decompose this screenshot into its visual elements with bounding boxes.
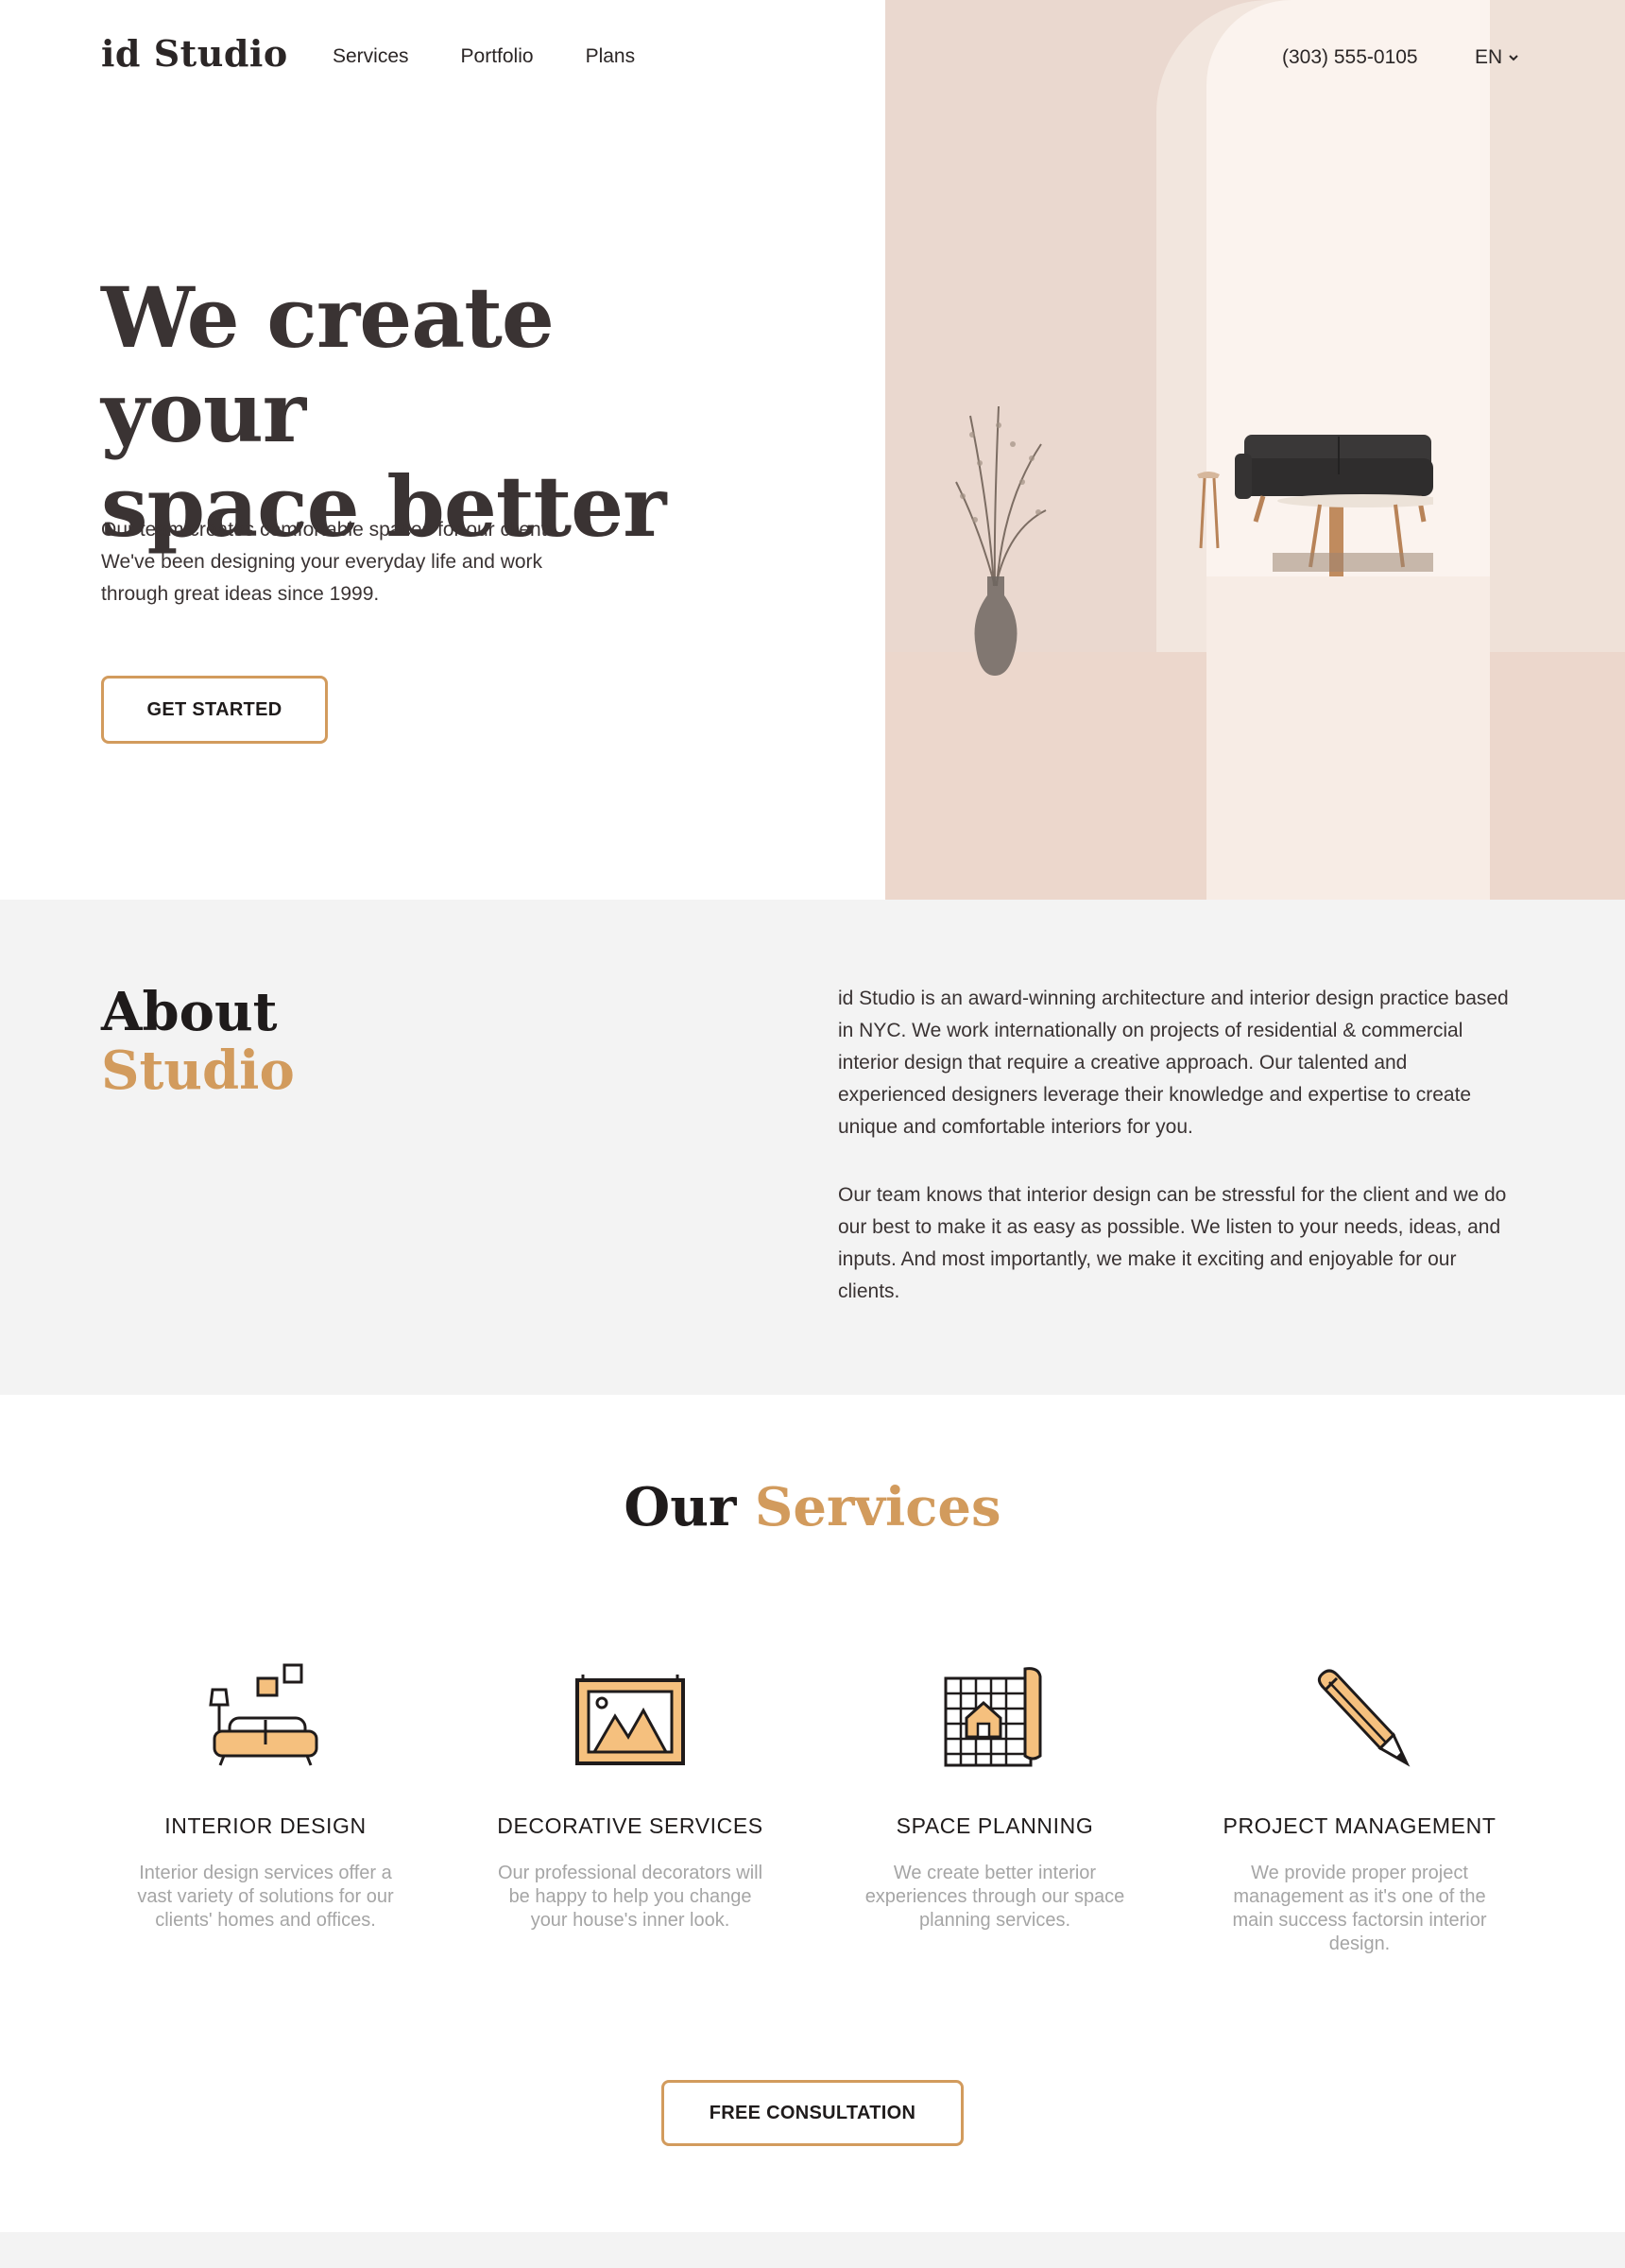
hero-image	[885, 0, 1625, 900]
pencil-icon	[1317, 1669, 1411, 1767]
hero-left-panel: id Studio Services Portfolio Plans We cr…	[0, 0, 885, 900]
nav-portfolio[interactable]: Portfolio	[461, 45, 534, 68]
blueprint-icon	[944, 1667, 1042, 1767]
inner-floor	[1206, 576, 1490, 900]
service-project-management: PROJECT MANAGEMENT We provide proper pro…	[1208, 1661, 1511, 1956]
service-interior-design: INTERIOR DESIGN Interior design services…	[114, 1661, 417, 1933]
chevron-down-icon	[1509, 55, 1518, 61]
main-nav: Services Portfolio Plans	[333, 45, 635, 68]
services-title: Our Services	[0, 1476, 1625, 1538]
language-selector[interactable]: EN	[1475, 46, 1519, 69]
services-title-main: Our	[624, 1476, 737, 1538]
hero-subtitle: Our team creates comfortable spaces for …	[101, 519, 562, 605]
free-consultation-button[interactable]: FREE CONSULTATION	[661, 2080, 964, 2146]
sofa-icon	[209, 1663, 318, 1766]
service-title: SPACE PLANNING	[896, 1813, 1094, 1838]
service-space-planning: SPACE PLANNING We create better interior…	[844, 1661, 1146, 1933]
service-description: Interior design services offer a vast va…	[137, 1863, 394, 1931]
about-section: About Studio id Studio is an award-winni…	[0, 900, 1625, 1395]
sofa-illustration	[1197, 435, 1433, 576]
about-title-main: About	[101, 981, 278, 1043]
services-section: Our Services INTERIOR DESIGN Interior de…	[0, 1395, 1625, 2232]
hero-section: id Studio Services Portfolio Plans We cr…	[0, 0, 1625, 900]
logo-text: id Studio	[101, 32, 288, 75]
nav-plans[interactable]: Plans	[586, 45, 636, 68]
about-title-accent: Studio	[101, 1040, 295, 1102]
service-decorative: DECORATIVE SERVICES Our professional dec…	[479, 1661, 781, 1933]
service-description: We provide proper project management as …	[1232, 1863, 1487, 1954]
hero-title: We create your space better	[101, 270, 781, 554]
logo[interactable]: id Studio	[101, 32, 288, 75]
footer-strip	[0, 2232, 1625, 2268]
service-title: INTERIOR DESIGN	[164, 1813, 367, 1838]
vase-illustration	[955, 406, 1047, 676]
service-description: We create better interior experiences th…	[864, 1863, 1125, 1931]
about-text: id Studio is an award-winning architectu…	[838, 983, 1518, 1308]
about-paragraph-1: id Studio is an award-winning architectu…	[838, 988, 1509, 1138]
service-title: DECORATIVE SERVICES	[497, 1813, 763, 1838]
get-started-button[interactable]: GET STARTED	[101, 676, 328, 744]
service-description: Our professional decorators will be happ…	[497, 1863, 763, 1931]
nav-services[interactable]: Services	[333, 45, 409, 68]
language-label: EN	[1475, 46, 1503, 68]
services-title-accent: Services	[754, 1476, 1001, 1538]
service-title: PROJECT MANAGEMENT	[1223, 1813, 1497, 1838]
phone-number[interactable]: (303) 555-0105	[1282, 46, 1418, 69]
about-paragraph-2: Our team knows that interior design can …	[838, 1184, 1507, 1302]
about-title: About Studio	[101, 983, 295, 1100]
picture-frame-icon	[575, 1675, 685, 1765]
hero-title-line1: We create your	[101, 268, 555, 461]
